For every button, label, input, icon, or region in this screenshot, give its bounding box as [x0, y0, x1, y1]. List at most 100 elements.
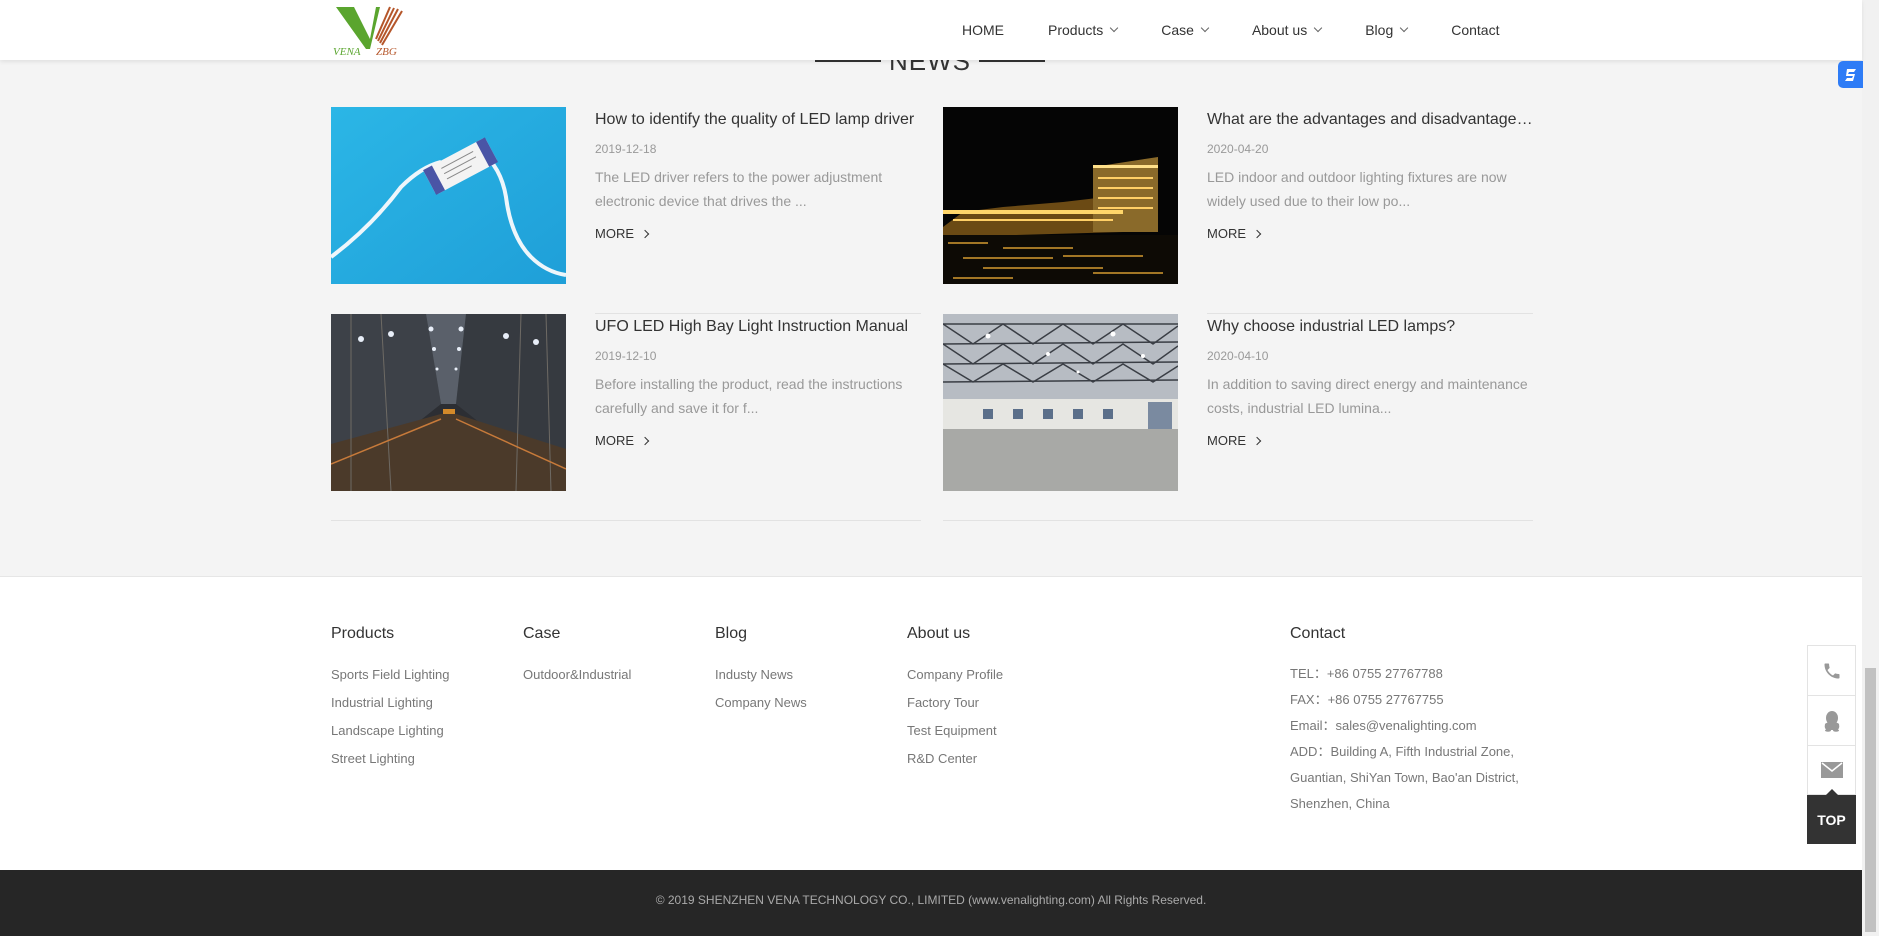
nav-home-label: HOME	[962, 22, 1004, 38]
footer-heading: Case	[523, 625, 561, 642]
news-thumbnail[interactable]	[943, 314, 1178, 491]
logo-icon: VENA ZBG	[333, 6, 403, 58]
footer-column-case: Case Outdoor&Industrial	[523, 625, 631, 689]
news-divider	[943, 520, 1533, 521]
chevron-right-icon	[640, 436, 650, 445]
footer-link[interactable]: Test Equipment	[907, 717, 1003, 745]
extension-s-icon	[1844, 68, 1856, 81]
news-date: 2019-12-10	[595, 349, 657, 363]
footer-heading: Contact	[1290, 625, 1346, 642]
footer-column-products: Products Sports Field Lighting Industria…	[331, 625, 450, 773]
footer-link[interactable]: Street Lighting	[331, 745, 450, 773]
news-info: UFO LED High Bay Light Instruction Manua…	[595, 314, 921, 450]
top-label: TOP	[1817, 811, 1846, 828]
site-header: VENA ZBG HOME Products Case About us Blo…	[0, 0, 1862, 60]
contact-address: ADD：Building A, Fifth Industrial Zone, G…	[1290, 744, 1519, 811]
scrollbar-thumb[interactable]	[1865, 668, 1876, 932]
chevron-down-icon	[1200, 23, 1210, 33]
nav-case[interactable]: Case	[1139, 0, 1230, 60]
nav-products-label: Products	[1048, 22, 1104, 38]
nav-contact[interactable]: Contact	[1429, 0, 1521, 60]
more-label: MORE	[595, 226, 634, 241]
news-info: How to identify the quality of LED lamp …	[595, 107, 921, 243]
heading-rule-left	[815, 60, 881, 62]
news-date: 2019-12-18	[595, 142, 657, 156]
contact-email[interactable]: Email：sales@venalighting.com	[1290, 713, 1535, 739]
more-link[interactable]: MORE	[595, 226, 650, 241]
footer-link[interactable]: Industrial Lighting	[331, 689, 450, 717]
news-title-link[interactable]: What are the advantages and disadvantage…	[1207, 109, 1533, 131]
qq-icon	[1824, 710, 1839, 732]
news-date: 2020-04-20	[1207, 142, 1269, 156]
logo[interactable]: VENA ZBG	[332, 3, 408, 58]
news-thumbnail[interactable]	[331, 314, 566, 491]
news-divider	[331, 520, 921, 521]
contact-fax: FAX：+86 0755 27767755	[1290, 692, 1444, 707]
site-footer: Products Sports Field Lighting Industria…	[0, 576, 1862, 870]
heading-rule-right	[979, 60, 1045, 62]
footer-heading: About us	[907, 625, 971, 642]
more-link[interactable]: MORE	[595, 433, 650, 448]
footer-link[interactable]: Company News	[715, 689, 807, 717]
footer-column-contact: Contact TEL：+86 0755 27767788 FAX：+86 07…	[1290, 625, 1535, 817]
footer-link[interactable]: Landscape Lighting	[331, 717, 450, 745]
news-excerpt: The LED driver refers to the power adjus…	[595, 169, 883, 209]
news-title-link[interactable]: UFO LED High Bay Light Instruction Manua…	[595, 316, 921, 338]
more-label: MORE	[1207, 226, 1246, 241]
footer-link[interactable]: Industy News	[715, 661, 807, 689]
news-excerpt: In addition to saving direct energy and …	[1207, 376, 1528, 416]
night-building-image	[943, 107, 1178, 284]
qq-button[interactable]	[1807, 695, 1856, 745]
news-title-link[interactable]: Why choose industrial LED lamps?	[1207, 316, 1533, 338]
news-thumbnail[interactable]	[943, 107, 1178, 284]
industrial-hall-image	[331, 314, 566, 491]
nav-home[interactable]: HOME	[940, 0, 1026, 60]
footer-link[interactable]: Company Profile	[907, 661, 1003, 689]
news-card: UFO LED High Bay Light Instruction Manua…	[331, 314, 921, 520]
svg-text:VENA: VENA	[333, 46, 361, 57]
more-link[interactable]: MORE	[1207, 433, 1262, 448]
news-date: 2020-04-10	[1207, 349, 1269, 363]
chevron-right-icon	[640, 229, 650, 238]
news-card: Why choose industrial LED lamps? 2020-04…	[943, 314, 1533, 520]
led-driver-image	[331, 107, 566, 284]
warehouse-image	[943, 314, 1178, 491]
nav-about-us[interactable]: About us	[1230, 0, 1343, 60]
footer-link[interactable]: Outdoor&Industrial	[523, 661, 631, 689]
nav-about-label: About us	[1251, 22, 1308, 38]
footer-column-about: About us Company Profile Factory Tour Te…	[907, 625, 1003, 773]
copyright-text: © 2019 SHENZHEN VENA TECHNOLOGY CO., LIM…	[655, 893, 1207, 907]
back-to-top-button[interactable]: TOP	[1807, 789, 1856, 844]
chevron-right-icon	[1252, 436, 1262, 445]
chevron-down-icon	[1110, 23, 1119, 33]
news-title-link[interactable]: How to identify the quality of LED lamp …	[595, 109, 921, 131]
email-button[interactable]	[1807, 745, 1856, 795]
news-thumbnail[interactable]	[331, 107, 566, 284]
page-scrollbar[interactable]	[1862, 0, 1879, 936]
footer-heading: Products	[331, 625, 395, 642]
footer-column-blog: Blog Industy News Company News	[715, 625, 807, 717]
copyright-bar: © 2019 SHENZHEN VENA TECHNOLOGY CO., LIM…	[0, 870, 1862, 936]
news-info: Why choose industrial LED lamps? 2020-04…	[1207, 314, 1533, 450]
nav-case-label: Case	[1161, 22, 1194, 38]
nav-blog-label: Blog	[1365, 22, 1394, 38]
news-info: What are the advantages and disadvantage…	[1207, 107, 1533, 243]
nav-contact-label: Contact	[1451, 22, 1500, 38]
chevron-down-icon	[1313, 23, 1323, 33]
phone-icon	[1824, 663, 1839, 678]
footer-link[interactable]: Factory Tour	[907, 689, 1003, 717]
footer-link[interactable]: R&D Center	[907, 745, 1003, 773]
phone-button[interactable]	[1807, 645, 1856, 695]
floating-contact-widget: TOP	[1807, 645, 1856, 844]
news-card: How to identify the quality of LED lamp …	[331, 107, 921, 313]
more-label: MORE	[595, 433, 634, 448]
more-link[interactable]: MORE	[1207, 226, 1262, 241]
mail-icon	[1820, 762, 1843, 778]
footer-link[interactable]: Sports Field Lighting	[331, 661, 450, 689]
nav-products[interactable]: Products	[1026, 0, 1139, 60]
more-label: MORE	[1207, 433, 1246, 448]
news-card: What are the advantages and disadvantage…	[943, 107, 1533, 313]
browser-extension-icon[interactable]	[1838, 61, 1863, 88]
nav-blog[interactable]: Blog	[1343, 0, 1429, 60]
svg-text:ZBG: ZBG	[376, 46, 397, 57]
